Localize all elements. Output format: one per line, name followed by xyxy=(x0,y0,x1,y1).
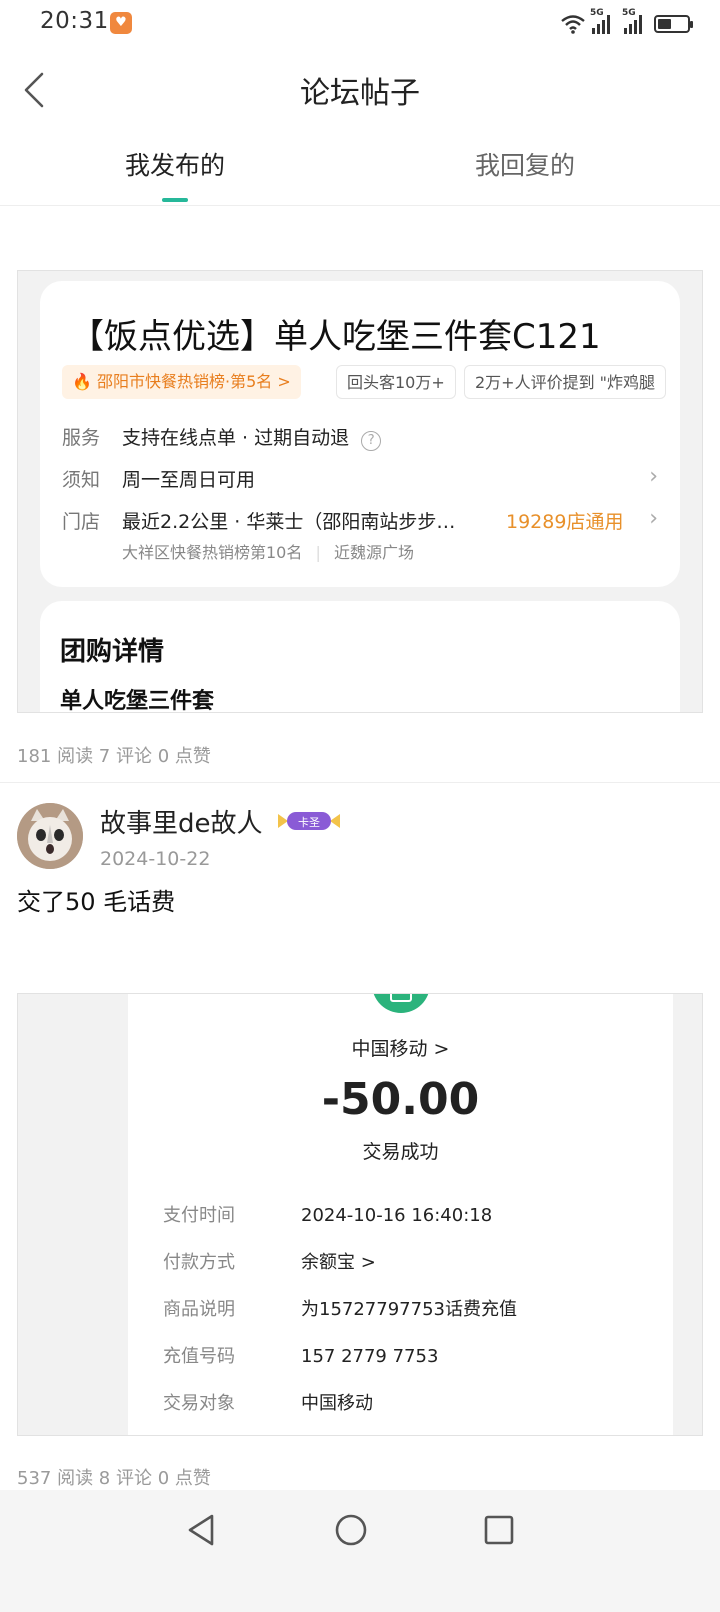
post-image-deal[interactable]: 【饭点优选】单人吃堡三件套C121 🔥 邵阳市快餐热销榜·第5名 > 回头客10… xyxy=(17,270,703,713)
detail-heading: 团购详情 xyxy=(60,637,165,667)
receipt-row: 充值号码 157 2779 7753 xyxy=(163,1346,439,1367)
receipt-row: 付款方式 余额宝 > xyxy=(163,1252,376,1273)
page-title: 论坛帖子 xyxy=(300,76,420,111)
tab-bar: 我发布的 我回复的 xyxy=(0,136,720,206)
system-nav-bar xyxy=(0,1490,720,1612)
post-image-receipt[interactable]: 中国移动 > -50.00 交易成功 支付时间 2024-10-16 16:40:… xyxy=(17,993,703,1436)
tab-indicator xyxy=(162,198,188,202)
rank-chip: 🔥 邵阳市快餐热销榜·第5名 > xyxy=(62,365,301,399)
signal-1-icon: 5G xyxy=(590,8,610,34)
store-row[interactable]: 门店 最近2.2公里 · 华莱士（邵阳南站步步… xyxy=(62,507,455,534)
mobile-carrier-icon xyxy=(373,994,429,1013)
signal-2-icon: 5G xyxy=(622,8,642,34)
nav-bar: 论坛帖子 xyxy=(0,56,720,126)
status-bar: 20:31 ♥ 5G 5G xyxy=(0,0,720,48)
system-icons: 5G 5G xyxy=(560,8,693,38)
app-notification-icon: ♥ xyxy=(110,12,132,34)
review-chip: 2万+人评价提到 "炸鸡腿 xyxy=(464,365,667,399)
divider xyxy=(0,782,720,783)
amount: -50.00 xyxy=(321,1074,480,1125)
battery-icon xyxy=(654,15,693,33)
service-row: 服务 支持在线点单 · 过期自动退 ? xyxy=(62,423,382,451)
merchant-name: 中国移动 > xyxy=(351,1038,450,1060)
deal-detail-card: 团购详情 单人吃堡三件套 xyxy=(40,601,680,713)
svg-text:卡圣: 卡圣 xyxy=(298,816,320,829)
nav-home-icon[interactable] xyxy=(331,1510,371,1550)
detail-sub: 单人吃堡三件套 xyxy=(60,689,215,713)
level-badge-icon: 卡圣 xyxy=(278,812,340,830)
avatar[interactable] xyxy=(17,803,83,869)
tab-my-replies[interactable]: 我回复的 xyxy=(375,146,675,182)
author-name[interactable]: 故事里de故人 xyxy=(100,803,263,840)
help-icon: ? xyxy=(361,431,382,451)
deal-title: 【饭点优选】单人吃堡三件套C121 xyxy=(70,317,601,357)
chevron-right-icon: › xyxy=(649,464,658,489)
chevron-right-icon: › xyxy=(649,506,658,531)
cat-avatar-icon xyxy=(17,803,83,869)
deal-info-card: 【饭点优选】单人吃堡三件套C121 🔥 邵阳市快餐热销榜·第5名 > 回头客10… xyxy=(40,281,680,587)
store-count: 19289店通用 xyxy=(506,511,624,533)
tab-my-posts[interactable]: 我发布的 xyxy=(25,146,325,182)
receipt-panel: 中国移动 > -50.00 交易成功 支付时间 2024-10-16 16:40:… xyxy=(128,994,673,1435)
battery-level xyxy=(658,19,671,29)
repeat-customer-chip: 回头客10万+ xyxy=(336,365,456,399)
status-time: 20:31 xyxy=(40,8,109,34)
receipt-row: 交易对象 中国移动 xyxy=(163,1393,373,1414)
nav-recents-icon[interactable] xyxy=(479,1510,519,1550)
post-stats: 537 阅读 8 评论 0 点赞 xyxy=(17,1468,211,1489)
receipt-row: 商品说明 为15727797753话费充值 xyxy=(163,1299,517,1320)
nav-back-icon[interactable] xyxy=(182,1510,222,1550)
post-text: 交了50 毛话费 xyxy=(17,888,176,916)
notice-row[interactable]: 须知 周一至周日可用 xyxy=(62,465,255,492)
post-stats: 181 阅读 7 评论 0 点赞 xyxy=(17,746,211,767)
store-sub: 大祥区快餐热销榜第10名 | 近魏源广场 xyxy=(122,543,414,562)
wifi-icon xyxy=(561,15,585,34)
receipt-row: 支付时间 2024-10-16 16:40:18 xyxy=(163,1205,493,1226)
post-date: 2024-10-22 xyxy=(100,848,211,870)
transaction-status: 交易成功 xyxy=(362,1141,439,1163)
